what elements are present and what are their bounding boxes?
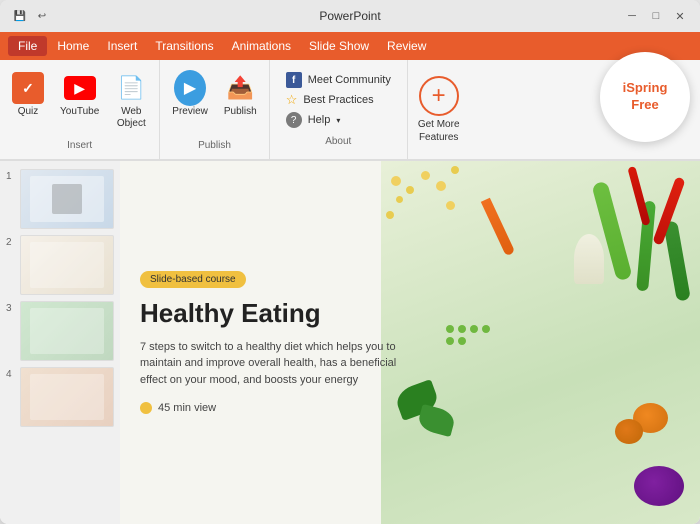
slide-duration: 45 min view xyxy=(158,402,216,414)
about-section: f Meet Community ☆ Best Practices ? Help… xyxy=(270,60,408,159)
slide-thumbnail-4[interactable] xyxy=(20,367,114,427)
slide-title: Healthy Eating xyxy=(140,298,402,329)
slide-thumb-1[interactable]: 1 xyxy=(6,169,114,229)
peas-cluster xyxy=(445,324,495,346)
youtube-label: YouTube xyxy=(60,106,99,118)
star-icon: ☆ xyxy=(286,92,298,108)
clock-icon xyxy=(140,402,152,414)
publish-section: ▶ Preview 📤 Publish Publish xyxy=(160,60,269,159)
help-link[interactable]: ? Help ▾ xyxy=(286,112,391,128)
corn-kernel-7 xyxy=(446,201,455,210)
best-practices-label: Best Practices xyxy=(303,94,373,106)
publish-button[interactable]: 📤 Publish xyxy=(218,68,263,122)
spinach-leaf-2 xyxy=(417,404,457,437)
maximize-button[interactable]: □ xyxy=(648,8,664,24)
slide-meta: 45 min view xyxy=(140,402,402,414)
publish-icon: 📤 xyxy=(224,72,256,104)
minimize-button[interactable]: ─ xyxy=(624,8,640,24)
slide-num-1: 1 xyxy=(6,169,16,182)
about-section-label: About xyxy=(286,136,391,147)
corn-kernel-6 xyxy=(451,166,459,174)
quiz-label: Quiz xyxy=(18,106,39,118)
insert-section-label: Insert xyxy=(67,140,92,155)
food-background xyxy=(381,161,700,524)
slide-num-2: 2 xyxy=(6,235,16,248)
slide-thumbnail-2[interactable] xyxy=(20,235,114,295)
insert-section: ✓ Quiz ▶ YouTube 📄 xyxy=(0,60,160,159)
ribbon: File Home Insert Transitions Animations … xyxy=(0,32,700,161)
cucumber-1 xyxy=(663,220,691,301)
slide-panel: 1 2 3 xyxy=(0,161,120,524)
transitions-menu[interactable]: Transitions xyxy=(147,37,221,55)
chili-2 xyxy=(627,166,650,226)
window-controls: ─ □ ✕ xyxy=(624,8,688,24)
preview-button[interactable]: ▶ Preview xyxy=(166,68,214,122)
quiz-button[interactable]: ✓ Quiz xyxy=(6,68,50,122)
title-bar-left: 💾 ↩ xyxy=(12,8,50,24)
publish-buttons: ▶ Preview 📤 Publish xyxy=(166,64,262,140)
community-label: Meet Community xyxy=(308,74,391,86)
toolbar: ✓ Quiz ▶ YouTube 📄 xyxy=(0,60,700,160)
web-object-button[interactable]: 📄 WebObject xyxy=(109,68,153,134)
main-slide: Slide-based course Healthy Eating 7 step… xyxy=(120,161,700,524)
animations-menu[interactable]: Animations xyxy=(224,37,299,55)
red-cabbage xyxy=(634,466,684,506)
close-button[interactable]: ✕ xyxy=(672,8,688,24)
corn-kernel-3 xyxy=(421,171,430,180)
course-badge: Slide-based course xyxy=(140,271,246,288)
youtube-button[interactable]: ▶ YouTube xyxy=(54,68,105,122)
publish-section-label: Publish xyxy=(198,140,231,155)
slide-num-3: 3 xyxy=(6,301,16,314)
file-menu[interactable]: File xyxy=(8,36,47,56)
best-practices-link[interactable]: ☆ Best Practices xyxy=(286,92,391,108)
slideshow-menu[interactable]: Slide Show xyxy=(301,37,377,55)
slide-content: Slide-based course Healthy Eating 7 step… xyxy=(120,161,422,524)
community-link[interactable]: f Meet Community xyxy=(286,72,391,88)
menu-bar: File Home Insert Transitions Animations … xyxy=(0,32,700,60)
slide-thumb-2[interactable]: 2 xyxy=(6,235,114,295)
title-bar: 💾 ↩ PowerPoint ─ □ ✕ xyxy=(0,0,700,32)
window-title: PowerPoint xyxy=(319,9,380,23)
get-more-label: Get More Features xyxy=(418,118,460,144)
slide-num-4: 4 xyxy=(6,367,16,380)
get-more-section: + Get More Features xyxy=(408,60,470,159)
quiz-icon: ✓ xyxy=(12,72,44,104)
app-window: 💾 ↩ PowerPoint ─ □ ✕ File Home Insert Tr… xyxy=(0,0,700,524)
orange-tomato-2 xyxy=(615,419,643,444)
cauliflower xyxy=(574,234,604,284)
facebook-icon: f xyxy=(286,72,302,88)
review-menu[interactable]: Review xyxy=(379,37,434,55)
ispring-badge[interactable]: iSpring Free xyxy=(600,52,690,142)
slide-thumbnail-1[interactable] xyxy=(20,169,114,229)
slide-thumb-4[interactable]: 4 xyxy=(6,367,114,427)
youtube-icon: ▶ xyxy=(64,72,96,104)
insert-menu[interactable]: Insert xyxy=(99,37,145,55)
web-object-icon: 📄 xyxy=(115,72,147,104)
get-more-button[interactable]: + xyxy=(419,76,459,116)
publish-label: Publish xyxy=(224,106,257,118)
carrot xyxy=(480,198,514,257)
ispring-label: iSpring Free xyxy=(623,80,668,114)
help-icon: ? xyxy=(286,112,302,128)
preview-label: Preview xyxy=(172,106,208,118)
slide-background: Slide-based course Healthy Eating 7 step… xyxy=(120,161,700,524)
corn-kernel-5 xyxy=(436,181,446,191)
undo-icon[interactable]: ↩ xyxy=(34,8,50,24)
save-icon[interactable]: 💾 xyxy=(12,8,28,24)
slide-description: 7 steps to switch to a healthy diet whic… xyxy=(140,339,402,389)
preview-icon: ▶ xyxy=(174,72,206,104)
slide-thumbnail-3[interactable] xyxy=(20,301,114,361)
slide-thumb-3[interactable]: 3 xyxy=(6,301,114,361)
insert-buttons: ✓ Quiz ▶ YouTube 📄 xyxy=(6,64,153,140)
home-menu[interactable]: Home xyxy=(49,37,97,55)
content-area: 1 2 3 xyxy=(0,161,700,524)
help-dropdown-icon: ▾ xyxy=(336,116,340,125)
web-object-label: WebObject xyxy=(117,106,146,130)
help-label: Help xyxy=(308,114,331,126)
